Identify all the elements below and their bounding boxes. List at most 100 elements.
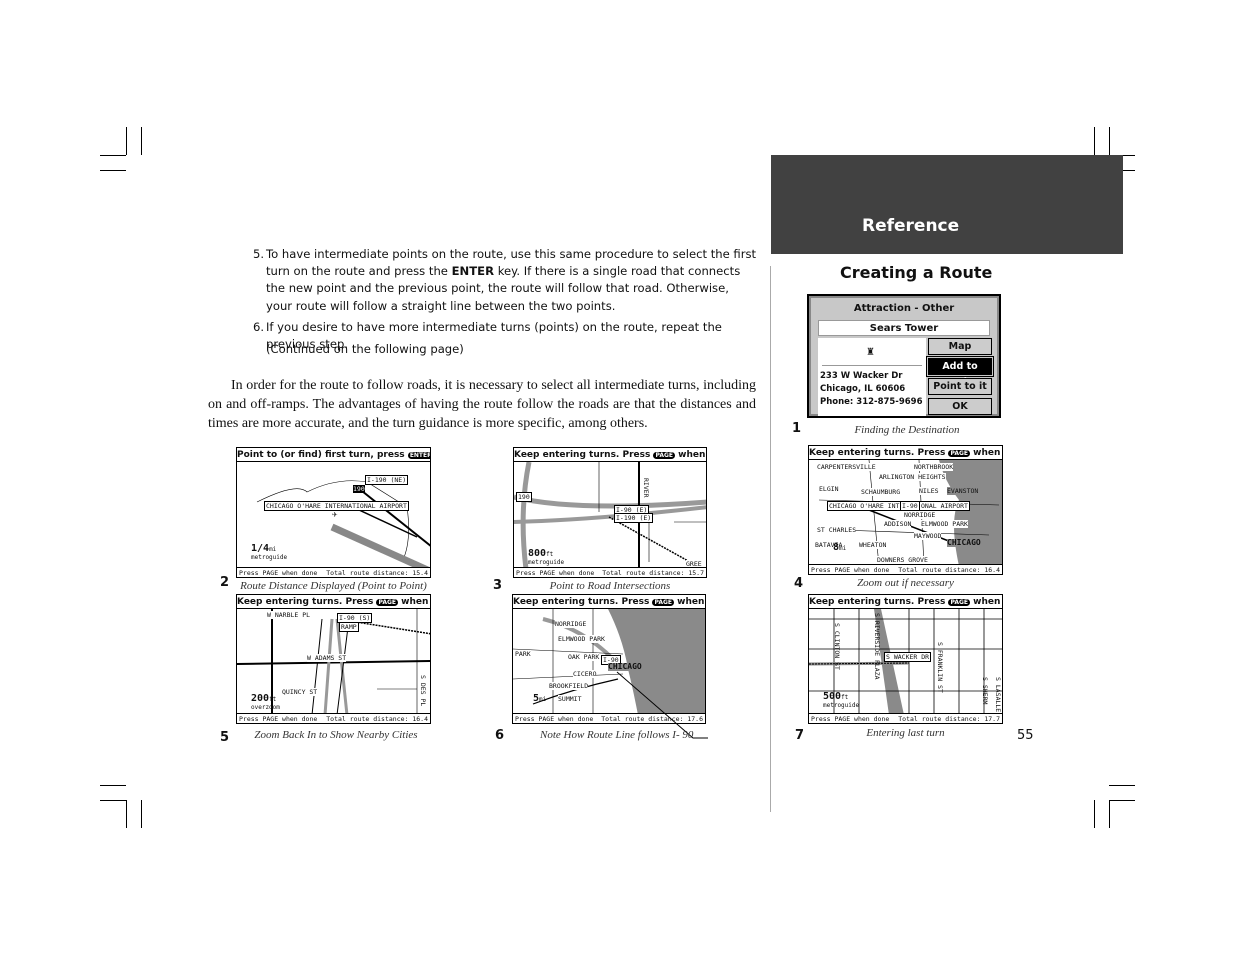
crop-mark bbox=[100, 170, 126, 171]
map-label: W ADAMS ST bbox=[307, 654, 347, 662]
map-label: OAK PARK bbox=[568, 653, 600, 661]
map-scale: 500ft metroguide bbox=[823, 691, 860, 710]
figure-caption: Point to Road Intersections bbox=[549, 580, 671, 592]
figure-caption: Note How Route Line follows I- 90 bbox=[540, 729, 694, 741]
address-panel: ♜ 233 W Wacker Dr Chicago, IL 60606 Phon… bbox=[818, 338, 926, 416]
gps-screen-5: Keep entering turns. Press PAGE when don… bbox=[236, 594, 431, 724]
map-label: S FRANKLIN ST bbox=[936, 642, 944, 693]
crop-mark bbox=[1094, 800, 1095, 828]
map-label: ARLINGTON HEIGHTS bbox=[879, 473, 946, 481]
map-label: S WACKER DR bbox=[884, 652, 932, 662]
figure-caption: Zoom Back In to Show Nearby Cities bbox=[254, 729, 418, 741]
map-button[interactable]: Map bbox=[928, 338, 992, 355]
add-to-route-button[interactable]: Add to route bbox=[926, 356, 994, 387]
airport-icon: ✈ bbox=[332, 510, 338, 520]
map-label: CHICAGO bbox=[947, 538, 981, 547]
figure-number: 2 bbox=[220, 575, 230, 590]
screen-status-bar: Press PAGE when done Total route distance… bbox=[237, 713, 430, 723]
map-label: I-90 bbox=[900, 501, 920, 511]
page-heading: Creating a Route bbox=[840, 263, 993, 282]
map-scale: 800ft metroguide bbox=[528, 548, 565, 567]
section-title: Reference bbox=[862, 216, 960, 236]
dialog-name-field: Sears Tower bbox=[818, 320, 990, 336]
crop-mark bbox=[1109, 800, 1135, 801]
map-label: ELMWOOD PARK bbox=[558, 635, 605, 643]
crop-mark bbox=[126, 127, 127, 155]
address-line: Phone: 312-875-9696 bbox=[820, 397, 923, 407]
figure-caption: Zoom out if necessary bbox=[857, 577, 954, 589]
map-label: I-190 (E) bbox=[614, 513, 654, 523]
figure-number: 3 bbox=[493, 578, 503, 593]
map-label: I-190 (NE) bbox=[365, 475, 409, 485]
map-label: BROOKFIELD bbox=[549, 682, 589, 690]
figure-number: 4 bbox=[794, 576, 804, 591]
figure-number: 5 bbox=[220, 730, 230, 745]
crop-mark bbox=[1109, 800, 1110, 828]
map-label: S SHERM bbox=[981, 677, 989, 705]
gps-screen-2: Point to (or find) first turn, press ENT… bbox=[236, 447, 431, 578]
screen-title-bar: Point to (or find) first turn, press ENT… bbox=[237, 448, 430, 462]
step-5: 5. To have intermediate points on the ro… bbox=[253, 247, 757, 313]
point-to-it-button[interactable]: Point to it bbox=[928, 378, 992, 395]
map-label: ELMWOOD PARK bbox=[921, 520, 968, 528]
map-scale: 1/4mi metroguide bbox=[251, 543, 288, 562]
crop-mark bbox=[100, 155, 126, 156]
section-band: Reference bbox=[771, 155, 1123, 254]
map-label: NORTHBROOK bbox=[914, 463, 954, 471]
column-divider bbox=[770, 266, 771, 812]
figure-number: 1 bbox=[792, 421, 802, 436]
building-icon: ♜ bbox=[866, 347, 875, 358]
address-line: 233 W Wacker Dr bbox=[820, 371, 903, 381]
address-line: Chicago, IL 60606 bbox=[820, 384, 906, 394]
map-scale: 200ft overzoom bbox=[251, 693, 280, 712]
gps-screen-7: Keep entering turns. Press PAGE when don… bbox=[808, 594, 1003, 724]
map-label: PARK bbox=[515, 650, 531, 658]
map-label: RAMP bbox=[339, 622, 359, 632]
map-label: ONAL AIRPORT bbox=[919, 501, 970, 511]
map-scale: 8mi bbox=[833, 542, 847, 553]
crop-mark bbox=[141, 127, 142, 155]
crop-mark bbox=[126, 800, 127, 828]
screen-status-bar: Press PAGE when done Total route distance… bbox=[514, 567, 706, 577]
map-label: ADDISON bbox=[884, 520, 912, 528]
figure-caption: Route Distance Displayed (Point to Point… bbox=[240, 580, 427, 592]
map-label: NORRIDGE bbox=[904, 511, 936, 519]
page-number: 55 bbox=[1017, 728, 1034, 743]
crop-mark bbox=[141, 800, 142, 828]
screen-title-bar: Keep entering turns. Press PAGE when don… bbox=[809, 448, 1002, 460]
screen-title-bar: Keep entering turns. Press PAGE when don… bbox=[237, 597, 430, 609]
map-label: MAYWOOD bbox=[914, 532, 942, 540]
map-label: EVANSTON bbox=[947, 487, 979, 495]
screen-title-bar: Keep entering turns. Press PAGE when don… bbox=[513, 597, 705, 609]
map-label: WHEATON bbox=[859, 541, 887, 549]
map-label: ST CHARLES bbox=[817, 526, 857, 534]
map-label: CHICAGO O'HARE INTE bbox=[827, 501, 906, 511]
crop-mark bbox=[1094, 127, 1095, 155]
figure-number: 7 bbox=[795, 728, 805, 743]
screen-title-bar: Keep entering turns. Press PAGE when don… bbox=[809, 597, 1002, 609]
map-label: S LASALLE bbox=[994, 677, 1002, 713]
map-label: S CLINTON ST bbox=[833, 623, 841, 670]
crop-mark bbox=[100, 800, 126, 801]
gps-screen-4: Keep entering turns. Press PAGE when don… bbox=[808, 445, 1003, 575]
map-label: 190 bbox=[353, 485, 365, 493]
ok-button[interactable]: OK bbox=[928, 398, 992, 415]
divider bbox=[822, 365, 922, 366]
map-label: CICERO bbox=[573, 670, 597, 678]
crop-mark bbox=[1109, 127, 1110, 155]
crop-mark bbox=[1109, 785, 1135, 786]
map-label: CARPENTERSVILLE bbox=[817, 463, 876, 471]
figure-caption: Entering last turn bbox=[866, 727, 945, 739]
crop-mark bbox=[100, 785, 126, 786]
continued-note: (Continued on the following page) bbox=[266, 342, 464, 356]
map-label: S RIVERSIDE PLAZA bbox=[873, 613, 881, 680]
screen-status-bar: Press PAGE when done Total route distance… bbox=[809, 564, 1002, 574]
map-scale: 5mi bbox=[533, 693, 547, 704]
gps-screen-3: Keep entering turns. Press PAGE when don… bbox=[513, 447, 707, 578]
map-label: QUINCY ST bbox=[282, 688, 318, 696]
figure-number: 6 bbox=[495, 728, 505, 743]
body-paragraph: In order for the route to follow roads, … bbox=[208, 378, 756, 431]
map-label: 190 bbox=[516, 492, 532, 502]
map-label: NORRIDGE bbox=[555, 620, 587, 628]
figure-caption: Finding the Destination bbox=[854, 424, 960, 436]
